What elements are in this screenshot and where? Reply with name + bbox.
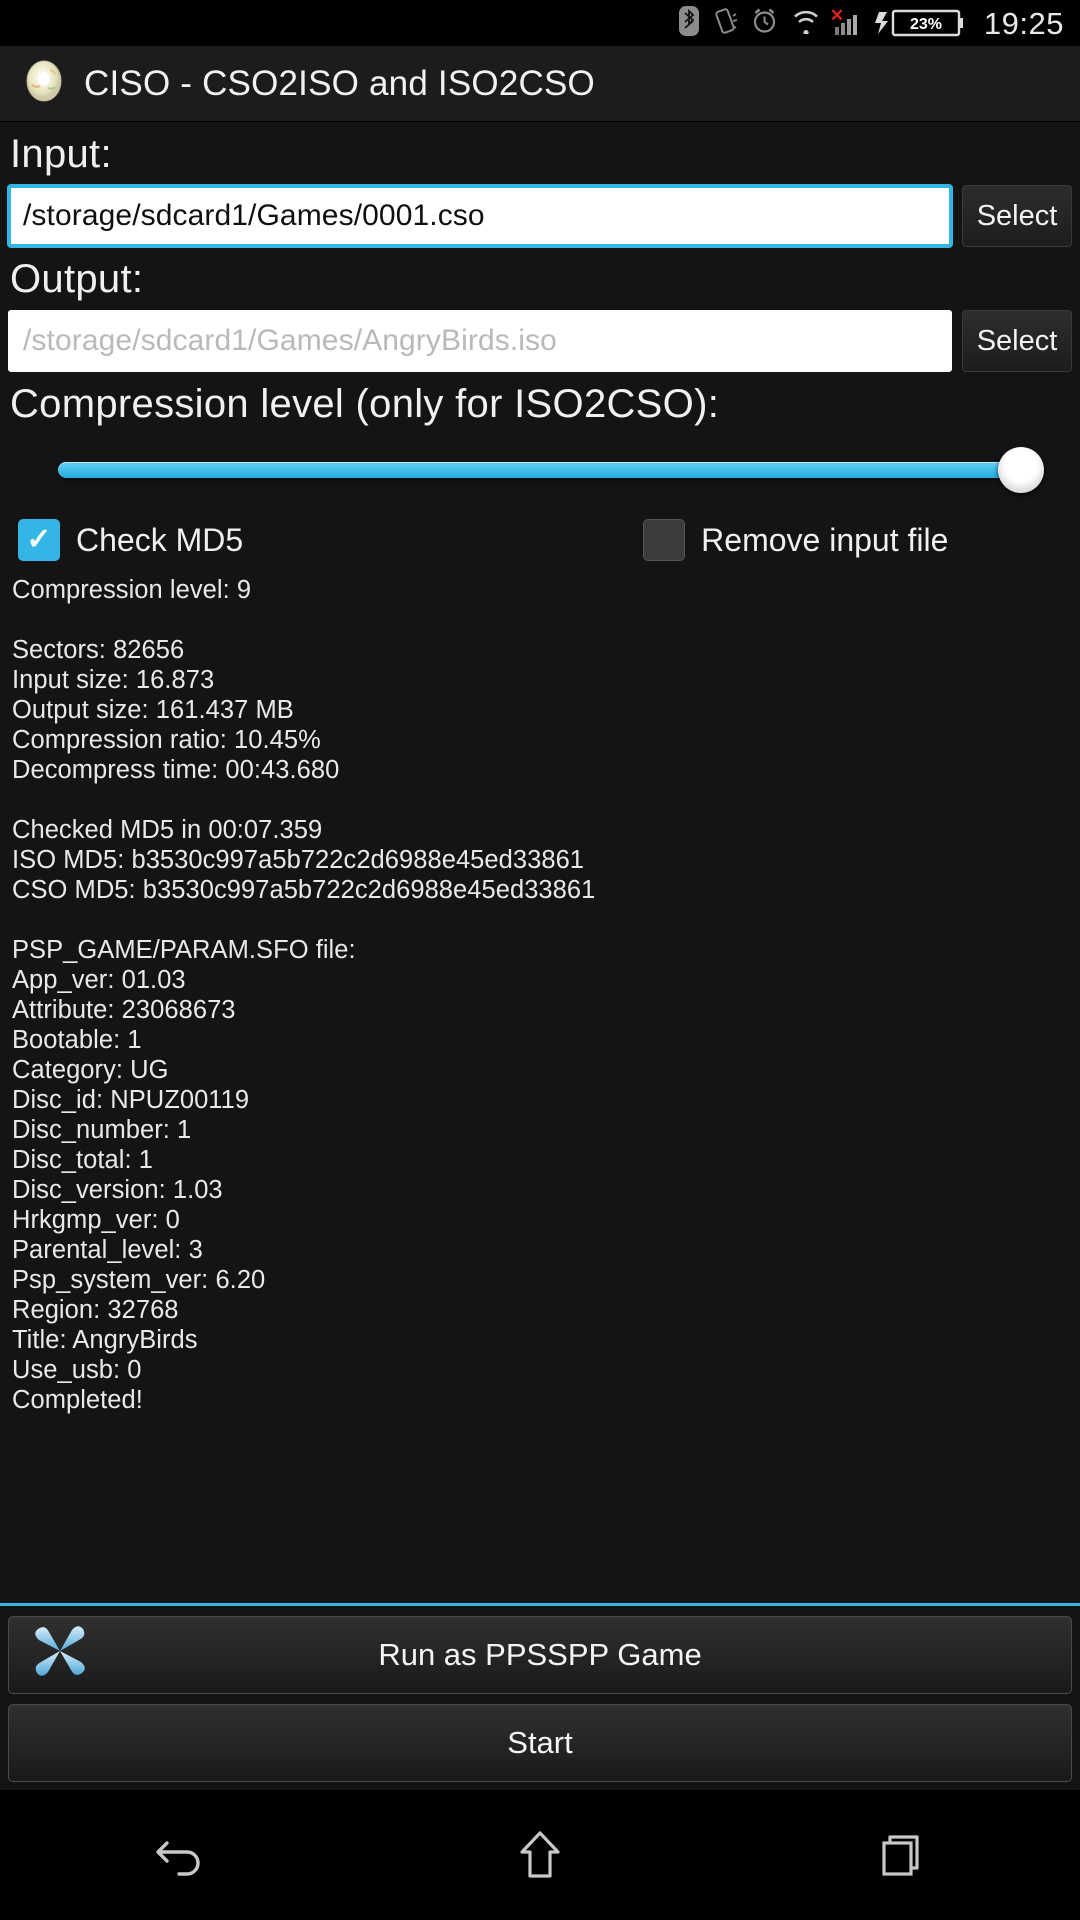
recents-icon[interactable] bbox=[810, 1790, 990, 1920]
output-path-field[interactable]: /storage/sdcard1/Games/AngryBirds.iso bbox=[8, 310, 952, 372]
input-path-field[interactable]: /storage/sdcard1/Games/0001.cso bbox=[8, 185, 952, 247]
check-md5-label: Check MD5 bbox=[76, 521, 244, 558]
slider-thumb[interactable] bbox=[998, 447, 1044, 493]
input-select-button[interactable]: Select bbox=[962, 185, 1072, 247]
log-output: Compression level: 9 Sectors: 82656 Inpu… bbox=[12, 576, 596, 1414]
system-navigation-bar bbox=[0, 1790, 1080, 1920]
run-as-ppsspp-game-button[interactable]: Run as PPSSPP Game bbox=[8, 1616, 1072, 1694]
app-title: CISO - CSO2ISO and ISO2CSO bbox=[84, 63, 595, 103]
main-content: Input: /storage/sdcard1/Games/0001.cso S… bbox=[0, 122, 1080, 1622]
options-row: ✓ Check MD5 Remove input file bbox=[8, 519, 1072, 561]
output-row: /storage/sdcard1/Games/AngryBirds.iso Se… bbox=[8, 310, 1072, 372]
output-label: Output: bbox=[10, 257, 144, 301]
home-icon[interactable] bbox=[450, 1790, 630, 1920]
start-button-label: Start bbox=[507, 1725, 573, 1760]
status-clock: 19:25 bbox=[983, 5, 1064, 41]
compression-level-slider[interactable] bbox=[8, 435, 1072, 505]
cd-disc-icon bbox=[22, 59, 66, 108]
compression-level-label: Compression level (only for ISO2CSO): bbox=[10, 382, 720, 426]
remove-input-label: Remove input file bbox=[701, 521, 949, 558]
checkmark-icon: ✓ bbox=[26, 523, 52, 556]
signal-no-service-icon: ✕ bbox=[830, 7, 860, 36]
status-bar: ✕ 23% 19:25 bbox=[0, 0, 1080, 46]
remove-input-option[interactable]: Remove input file bbox=[643, 519, 948, 561]
battery-charging-icon: 23% bbox=[873, 8, 965, 38]
alarm-icon bbox=[751, 7, 778, 40]
svg-text:23%: 23% bbox=[910, 16, 942, 33]
check-md5-option[interactable]: ✓ Check MD5 bbox=[18, 519, 243, 561]
run-as-ppsspp-game-label: Run as PPSSPP Game bbox=[378, 1637, 702, 1672]
start-button[interactable]: Start bbox=[8, 1704, 1072, 1782]
ppsspp-logo-icon bbox=[27, 1620, 93, 1690]
back-icon[interactable] bbox=[90, 1790, 270, 1920]
output-select-button[interactable]: Select bbox=[962, 310, 1072, 372]
bluetooth-icon bbox=[678, 5, 699, 41]
vibrate-icon bbox=[712, 7, 738, 40]
wifi-icon bbox=[791, 8, 821, 39]
bottom-action-bar: Run as PPSSPP Game Start bbox=[0, 1603, 1080, 1790]
check-md5-checkbox[interactable]: ✓ bbox=[18, 519, 60, 561]
input-row: /storage/sdcard1/Games/0001.cso Select bbox=[8, 185, 1072, 247]
remove-input-checkbox[interactable] bbox=[643, 519, 686, 561]
app-bar: CISO - CSO2ISO and ISO2CSO bbox=[0, 46, 1080, 122]
input-label: Input: bbox=[10, 132, 112, 176]
slider-track bbox=[58, 462, 1024, 478]
